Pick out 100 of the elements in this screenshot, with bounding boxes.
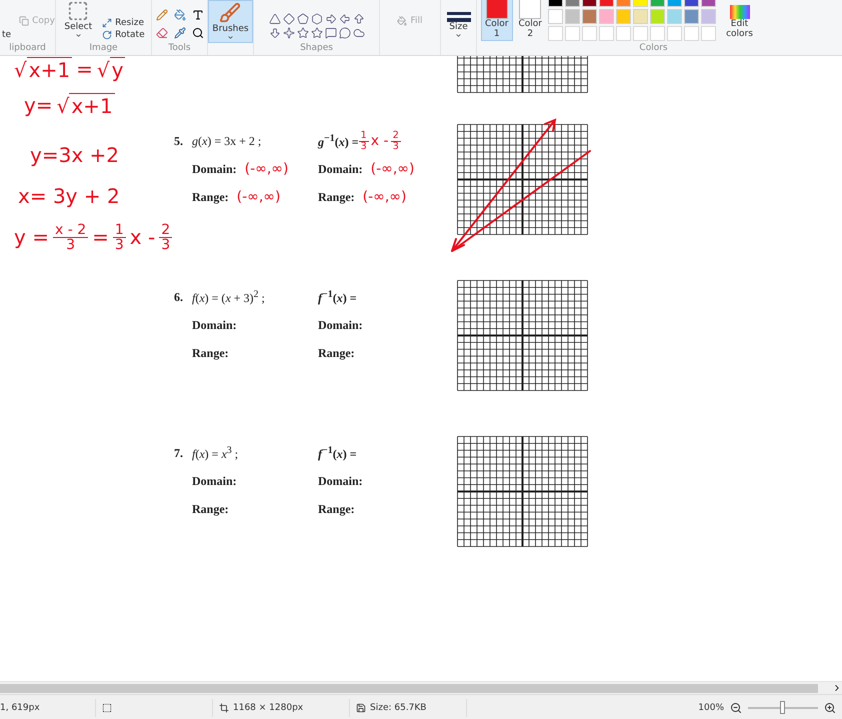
palette-color[interactable] [598, 9, 614, 24]
inverse-function: f$^{−1}$(x) = [318, 444, 357, 462]
handwritten-fraction: x - 2 3 [52, 222, 88, 252]
palette-color[interactable] [548, 9, 562, 24]
color-slot-button[interactable]: Color 2 [514, 0, 546, 41]
eraser-icon[interactable] [156, 27, 168, 39]
empty-color-slot[interactable] [582, 26, 596, 41]
pencil-icon[interactable] [156, 9, 168, 21]
edit-colors-button[interactable]: Edit colors [720, 3, 760, 41]
empty-color-slot[interactable] [632, 26, 648, 41]
canvas-size-icon [219, 703, 229, 713]
handwritten-fraction: 1 3 [112, 222, 126, 252]
zoom-level: 100% [698, 703, 724, 713]
brush-icon [219, 2, 242, 24]
rainbow-icon [730, 5, 750, 19]
inverse-function: g$^{−1}$(x) = [318, 132, 359, 150]
field-label: Range: [318, 190, 355, 204]
brushes-button[interactable]: Brushes [208, 0, 253, 43]
star-icon[interactable] [310, 27, 322, 39]
empty-color-slot[interactable] [616, 26, 630, 41]
palette-color[interactable] [666, 9, 682, 24]
left-arrow-icon[interactable] [338, 13, 350, 25]
problem-number: 7. [174, 446, 184, 460]
handwritten-answer: (-∞,∞) [362, 189, 406, 205]
handwritten-text: = [76, 57, 93, 81]
paste-button[interactable]: te [0, 29, 14, 41]
scrollbar-thumb[interactable] [0, 684, 818, 692]
image-tool-button[interactable]: Rotate [100, 29, 147, 41]
image-tool-button[interactable]: Resize [100, 17, 146, 29]
magnifier-icon[interactable] [192, 27, 204, 39]
color-slot-button[interactable]: Color 1 [481, 0, 512, 41]
zoom-out-icon[interactable] [730, 702, 742, 714]
palette-color[interactable] [684, 9, 698, 24]
up-arrow-icon[interactable] [352, 13, 364, 25]
empty-color-slot[interactable] [564, 26, 580, 41]
speech-bubble-icon[interactable] [324, 27, 336, 39]
handwritten-answer: (-∞,∞) [244, 161, 288, 177]
rotate-icon [102, 30, 112, 40]
canvas-dimensions: 1168 × 1280px [233, 703, 304, 713]
function-definition: f(x) = x$^{3}$ ; [192, 444, 240, 462]
handwritten-root: √x+1 [14, 56, 72, 82]
inverse-function: f$^{−1}$(x) = [318, 288, 357, 306]
handwritten-fraction: 2 3 [159, 222, 172, 252]
field-label: Domain: [318, 474, 363, 488]
caret-icon [74, 32, 82, 39]
field-label: Range: [192, 190, 229, 204]
triangle-icon[interactable] [268, 13, 280, 25]
palette-color[interactable] [632, 9, 648, 24]
palette-color[interactable] [700, 9, 716, 24]
problem-number: 6. [174, 290, 184, 304]
line-width-icon [446, 12, 470, 22]
handwritten-answer: (-∞,∞) [370, 161, 414, 177]
handwritten-text: y = [14, 225, 49, 249]
size-button[interactable]: Size [442, 10, 474, 41]
cloud-icon[interactable] [352, 27, 364, 39]
function-definition: f(x) = (x + 3)$^{2}$ ; [192, 288, 266, 306]
color-picker-icon[interactable] [174, 27, 186, 39]
handwritten-answer: (-∞,∞) [236, 189, 280, 205]
handwritten-fraction: 2 3 [390, 130, 401, 152]
diamond-icon[interactable] [282, 13, 294, 25]
handwritten-fraction: 1 3 [358, 130, 369, 152]
group-label: Shapes [300, 42, 333, 55]
select-icon [67, 0, 90, 22]
handwritten-text: = [92, 225, 109, 249]
hexagon-icon[interactable] [310, 13, 322, 25]
empty-color-slot[interactable] [598, 26, 614, 41]
text-icon[interactable] [192, 9, 204, 21]
empty-color-slot[interactable] [650, 26, 664, 41]
fill-bucket-icon[interactable] [174, 9, 186, 21]
palette-color[interactable] [616, 9, 630, 24]
handwritten-root: √x+1 [56, 92, 115, 118]
handwritten-text: x - [130, 225, 156, 249]
caret-icon [455, 32, 462, 39]
empty-color-slot[interactable] [548, 26, 562, 41]
select-button[interactable]: Select [60, 0, 96, 41]
palette-color[interactable] [650, 9, 664, 24]
right-arrow-icon[interactable] [324, 13, 336, 25]
round-speech-bubble-icon[interactable] [338, 27, 350, 39]
empty-color-slot[interactable] [666, 26, 682, 41]
palette-color[interactable] [564, 9, 580, 24]
group-label: lipboard [9, 42, 46, 55]
star-icon[interactable] [296, 27, 308, 39]
down-arrow-icon[interactable] [268, 27, 280, 39]
group-label: Image [89, 42, 118, 55]
empty-color-slot[interactable] [684, 26, 698, 41]
fill-icon [397, 16, 408, 26]
handwritten-text: x= 3y + 2 [18, 184, 120, 208]
resize-icon [102, 18, 112, 28]
slider-thumb[interactable] [780, 701, 785, 714]
pentagon-icon[interactable] [296, 13, 308, 25]
zoom-in-icon[interactable] [824, 702, 836, 714]
group-label: Colors [639, 42, 668, 55]
selection-icon [102, 703, 112, 713]
four-point-star-icon[interactable] [282, 27, 294, 39]
empty-color-slot[interactable] [700, 26, 716, 41]
palette-color[interactable] [582, 9, 596, 24]
handwritten-text: y=3x +2 [30, 143, 119, 167]
handwritten-root: √y [96, 56, 126, 82]
field-label: Domain: [318, 162, 363, 176]
field-label: Range: [192, 346, 229, 360]
